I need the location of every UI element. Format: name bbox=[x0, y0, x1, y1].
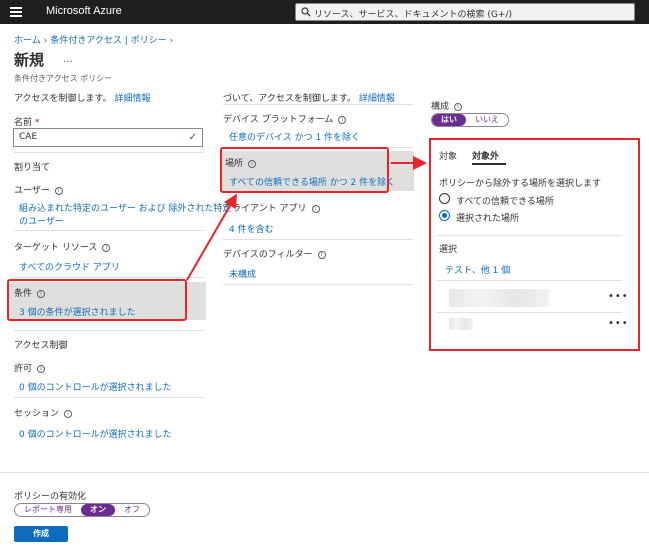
config-label-text: 構成 bbox=[431, 102, 450, 112]
more-icon[interactable]: ••• bbox=[608, 291, 629, 302]
off-option[interactable]: オフ bbox=[115, 504, 149, 516]
on-option[interactable]: オン bbox=[81, 504, 115, 516]
redacted-location-1 bbox=[449, 289, 549, 307]
footer-divider bbox=[0, 472, 649, 473]
radio-selected-label[interactable]: 選択された場所 bbox=[456, 211, 519, 224]
radio-all-trusted-label[interactable]: すべての信頼できる場所 bbox=[456, 194, 554, 207]
config-label: 構成 i bbox=[431, 99, 463, 112]
report-only-option[interactable]: レポート専用 bbox=[15, 504, 81, 516]
radio-all-trusted[interactable] bbox=[439, 193, 450, 204]
tab-exclude[interactable]: 対象外 bbox=[472, 149, 499, 162]
exclude-prompt: ポリシーから除外する場所を選択します bbox=[439, 179, 602, 189]
config-yes[interactable]: はい bbox=[432, 114, 466, 126]
active-tab-indicator bbox=[472, 163, 506, 165]
config-no[interactable]: いいえ bbox=[466, 114, 508, 126]
arrow-conditions-to-locations bbox=[186, 193, 238, 281]
more-icon[interactable]: ••• bbox=[608, 318, 629, 329]
info-icon[interactable]: i bbox=[454, 102, 463, 111]
divider bbox=[437, 280, 622, 281]
locations-panel: 対象 対象外 ポリシーから除外する場所を選択します すべての信頼できる場所 選択… bbox=[429, 138, 640, 351]
create-button[interactable]: 作成 bbox=[14, 526, 68, 542]
divider bbox=[437, 235, 622, 236]
tab-include[interactable]: 対象 bbox=[439, 149, 457, 162]
radio-selected-locations[interactable] bbox=[439, 210, 450, 221]
select-value[interactable]: テスト、他 1 個 bbox=[445, 263, 510, 276]
divider bbox=[437, 312, 622, 313]
select-label: 選択 bbox=[439, 245, 458, 255]
enable-policy-toggle[interactable]: レポート専用 オン オフ bbox=[14, 503, 150, 517]
redacted-location-2 bbox=[449, 318, 473, 330]
enable-policy-label: ポリシーの有効化 bbox=[14, 492, 87, 502]
config-toggle[interactable]: はい いいえ bbox=[431, 113, 509, 127]
